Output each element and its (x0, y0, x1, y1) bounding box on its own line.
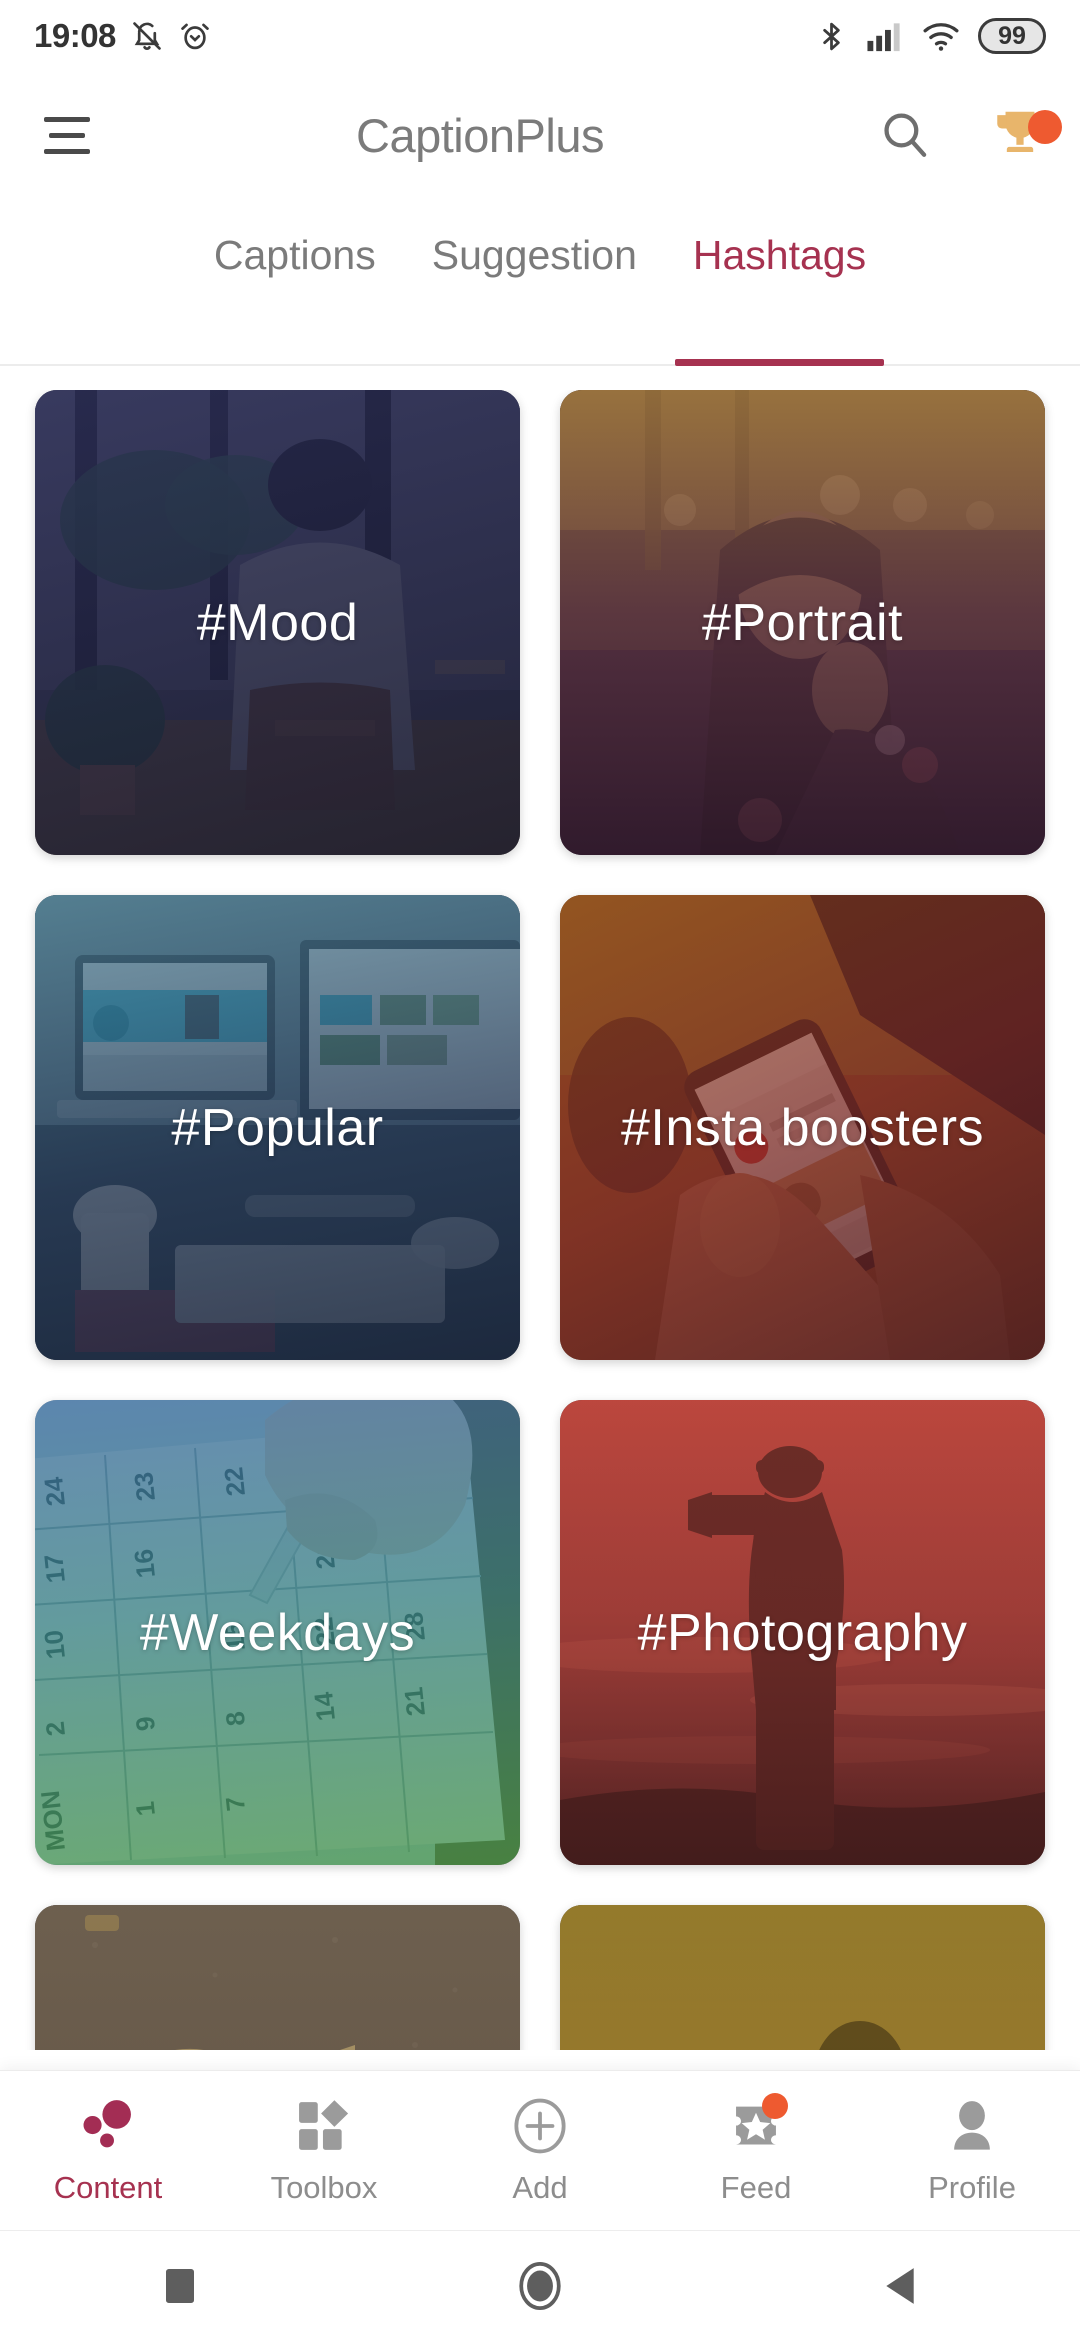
status-bar-right: 99 (815, 18, 1046, 54)
page-title: CaptionPlus (356, 108, 604, 162)
trophy-button[interactable] (960, 104, 1080, 166)
nav-item-content[interactable]: Content (0, 2095, 216, 2206)
person-icon (946, 2095, 998, 2157)
alarm-icon (181, 23, 209, 50)
hashtag-label: #Popular (171, 1098, 384, 1157)
grid-row: #Popular #Insta boosters (0, 895, 1080, 1360)
android-navigation-bar (0, 2230, 1080, 2340)
hashtag-card-sunset[interactable] (560, 1905, 1045, 2050)
trophy-badge (1028, 110, 1062, 144)
tab-label: Suggestion (431, 232, 637, 278)
hashtag-label: #Mood (196, 593, 359, 652)
grid-row: #Mood #Portrait (0, 390, 1080, 855)
tab-label: Captions (213, 232, 376, 278)
battery-indicator: 99 (978, 18, 1046, 54)
hamburger-icon[interactable] (0, 116, 120, 154)
search-icon (884, 113, 927, 157)
hashtag-card-portrait[interactable]: #Portrait (560, 390, 1045, 855)
status-bar: 19:08 99 (0, 0, 1080, 72)
hashtag-card-mood[interactable]: #Mood (35, 390, 520, 855)
nav-label: Feed (720, 2170, 792, 2205)
hashtag-card-photography[interactable]: #Photography (560, 1400, 1045, 1865)
recents-button[interactable] (100, 2267, 260, 2305)
bluetooth-icon (823, 22, 840, 50)
hashtag-card-road[interactable] (35, 1905, 520, 2050)
nav-item-feed[interactable]: Feed (648, 2093, 864, 2206)
tab-bar: Captions Suggestion Hashtags (0, 198, 1080, 366)
plus-circle-icon (511, 2095, 569, 2157)
nav-label: Profile (928, 2170, 1016, 2205)
grid-row: 24 23 22 30 17 16 29 10 15 22 28 2 9 8 (0, 1400, 1080, 1865)
grid-row (0, 1905, 1080, 2050)
tab-suggestion[interactable]: Suggestion (404, 232, 665, 366)
ticket-star-icon (728, 2093, 788, 2157)
signal-icon (867, 22, 900, 51)
tab-label: Hashtags (692, 232, 867, 278)
dots-cluster-icon (79, 2095, 137, 2157)
wifi-icon (923, 22, 959, 51)
battery-level: 99 (998, 21, 1026, 50)
hashtag-label: #Weekdays (139, 1603, 416, 1662)
nav-label: Add (512, 2170, 568, 2205)
search-button[interactable] (850, 108, 960, 162)
card-tint (560, 1905, 1045, 2050)
status-clock: 19:08 (34, 17, 116, 54)
nav-item-toolbox[interactable]: Toolbox (216, 2095, 432, 2206)
nav-item-add[interactable]: Add (432, 2095, 648, 2206)
card-tint (35, 1905, 520, 2050)
nav-label: Content (53, 2170, 163, 2205)
active-tab-underline (674, 359, 885, 366)
back-triangle-icon (886, 2267, 914, 2304)
hashtag-card-weekdays[interactable]: 24 23 22 30 17 16 29 10 15 22 28 2 9 8 (35, 1400, 520, 1865)
app-bar: CaptionPlus (0, 72, 1080, 198)
tab-captions[interactable]: Captions (186, 232, 404, 366)
hashtag-label: #Portrait (701, 593, 904, 652)
hashtag-label: #Insta boosters (620, 1098, 985, 1157)
bottom-navigation: Content Toolbox Add Feed Profile (0, 2070, 1080, 2230)
bell-muted-icon (133, 22, 161, 50)
hashtag-grid: #Mood #Portrait #Popular #Insta boosters… (0, 390, 1080, 2050)
feed-badge (762, 2093, 788, 2119)
nav-item-profile[interactable]: Profile (864, 2095, 1080, 2206)
blocks-icon (297, 2095, 351, 2157)
app-screen: 19:08 99 CaptionPlus Captions Suggestion… (0, 0, 1080, 2340)
back-button[interactable] (820, 2266, 980, 2306)
home-button[interactable] (460, 2261, 620, 2310)
status-bar-left: 19:08 (34, 17, 212, 55)
hashtag-card-insta-boosters[interactable]: #Insta boosters (560, 895, 1045, 1360)
nav-label: Toolbox (270, 2170, 378, 2205)
home-circle-icon (519, 2261, 561, 2310)
tab-hashtags[interactable]: Hashtags (665, 232, 894, 366)
hashtag-card-popular[interactable]: #Popular (35, 895, 520, 1360)
hashtag-label: #Photography (637, 1603, 968, 1662)
recents-square-icon (166, 2268, 194, 2303)
